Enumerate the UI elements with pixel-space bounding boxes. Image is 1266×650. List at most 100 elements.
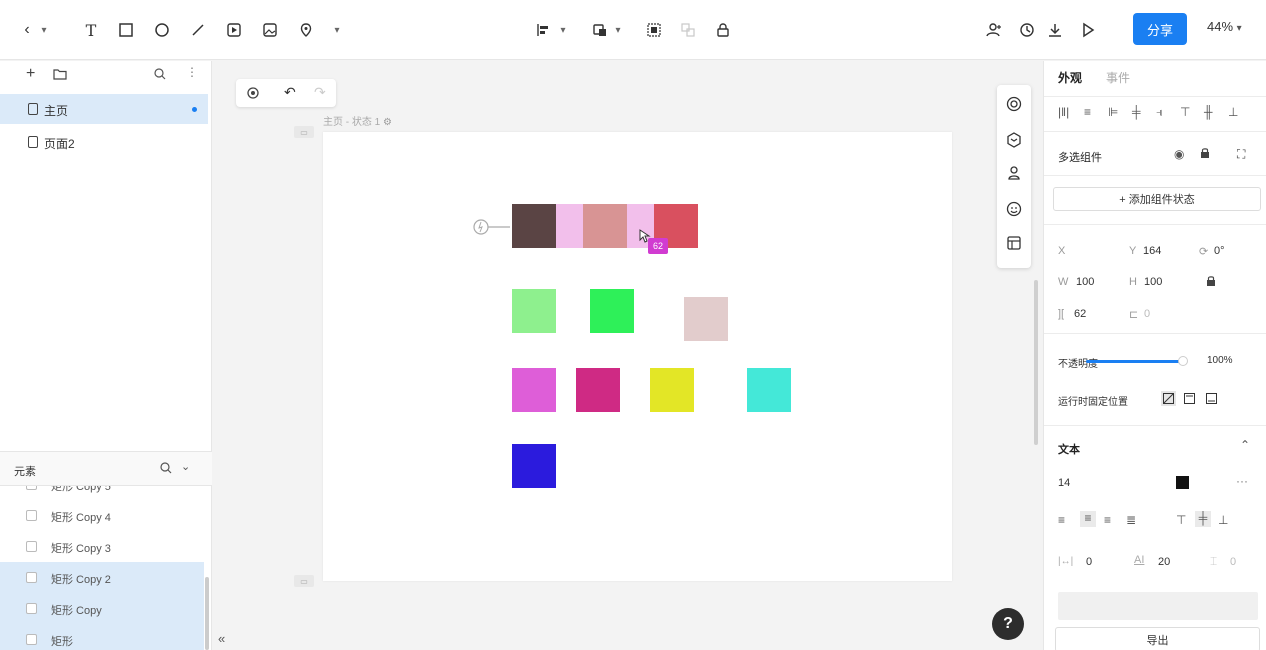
element-row[interactable]: 矩形: [0, 624, 204, 650]
shape-rect[interactable]: [512, 289, 556, 333]
elements-search-icon[interactable]: [160, 462, 172, 477]
canvas-scrollbar[interactable]: [1034, 280, 1038, 445]
align-left-icon[interactable]: ⊫: [1108, 105, 1118, 119]
folder-icon[interactable]: [53, 68, 67, 83]
text-valign-top-icon[interactable]: ⊤: [1176, 513, 1186, 527]
opacity-value[interactable]: 100%: [1207, 355, 1233, 366]
border-input[interactable]: 0: [1144, 308, 1150, 320]
rotation-input[interactable]: 0°: [1214, 245, 1225, 257]
shape-rect[interactable]: [747, 368, 791, 412]
element-row[interactable]: 矩形 Copy 3: [0, 531, 204, 562]
element-checkbox[interactable]: [26, 510, 37, 521]
back-dropdown-icon[interactable]: ▾: [37, 18, 51, 42]
undo-icon[interactable]: ↶: [284, 84, 296, 101]
arrange-dropdown-icon[interactable]: ▾: [611, 18, 625, 42]
text-valign-bottom-icon[interactable]: ⊥: [1218, 513, 1228, 527]
element-checkbox[interactable]: [26, 541, 37, 552]
shape-rect[interactable]: [583, 204, 627, 248]
rectangle-tool-icon[interactable]: [114, 18, 138, 42]
ellipse-tool-icon[interactable]: [150, 18, 174, 42]
aspect-lock-icon[interactable]: [1206, 275, 1216, 290]
fixed-none-icon[interactable]: [1161, 391, 1176, 406]
shape-rect[interactable]: [512, 204, 556, 248]
font-size-input[interactable]: 14: [1058, 477, 1070, 489]
text-valign-middle-icon[interactable]: ╪: [1195, 511, 1211, 527]
element-checkbox[interactable]: [26, 603, 37, 614]
ungroup-icon[interactable]: [676, 18, 700, 42]
artboard-settings-icon[interactable]: ⚙: [383, 117, 392, 128]
align-middle-v-icon[interactable]: ╫: [1204, 105, 1213, 119]
text-color-swatch[interactable]: [1176, 476, 1189, 489]
visibility-eye-icon[interactable]: ◉: [1174, 147, 1184, 161]
line-tool-icon[interactable]: [186, 18, 210, 42]
history-icon[interactable]: [1015, 18, 1039, 42]
element-row[interactable]: 矩形 Copy: [0, 593, 204, 624]
opacity-slider-handle[interactable]: [1178, 356, 1188, 366]
elements-collapse-icon[interactable]: ⌄: [181, 460, 190, 473]
more-tools-dropdown-icon[interactable]: ▾: [330, 18, 344, 42]
component-icon[interactable]: [1006, 132, 1022, 148]
download-icon[interactable]: [1043, 18, 1067, 42]
text-align-right-icon[interactable]: ≡: [1104, 513, 1111, 527]
connector-handle-icon[interactable]: [472, 218, 512, 239]
paragraph-spacing-input[interactable]: 0: [1230, 556, 1236, 568]
redo-icon[interactable]: ↷: [314, 84, 326, 101]
lock-small-icon[interactable]: [1200, 147, 1210, 162]
shape-rect[interactable]: [650, 368, 694, 412]
align-left-icon[interactable]: [531, 18, 555, 42]
elements-scrollbar[interactable]: [205, 577, 209, 650]
help-icon[interactable]: ?: [992, 608, 1024, 640]
preview-play-icon[interactable]: [1076, 18, 1100, 42]
element-checkbox[interactable]: [26, 572, 37, 583]
shape-rect[interactable]: [512, 368, 556, 412]
distribute-horizontal-icon[interactable]: |‖|: [1058, 105, 1069, 119]
shape-rect[interactable]: [512, 444, 556, 488]
element-row[interactable]: 矩形 Copy 5: [0, 486, 204, 500]
location-tool-icon[interactable]: [294, 18, 318, 42]
emoji-icon[interactable]: [1006, 201, 1022, 217]
radius-input[interactable]: 62: [1074, 308, 1086, 320]
add-page-icon[interactable]: +: [26, 65, 35, 83]
align-bottom-icon[interactable]: ⊥: [1228, 105, 1238, 119]
add-state-button[interactable]: + 添加组件状态: [1053, 187, 1261, 211]
element-row[interactable]: 矩形 Copy 4: [0, 500, 204, 531]
distribute-vertical-icon[interactable]: ≡: [1084, 105, 1091, 119]
align-center-h-icon[interactable]: ╪: [1132, 105, 1141, 119]
h-input[interactable]: 100: [1144, 276, 1162, 288]
tab-events[interactable]: 事件: [1106, 69, 1130, 86]
text-align-center-icon[interactable]: ≡: [1080, 511, 1096, 527]
target-icon[interactable]: [1006, 96, 1022, 112]
video-tool-icon[interactable]: [222, 18, 246, 42]
opacity-slider[interactable]: [1086, 360, 1182, 363]
shape-rect[interactable]: [590, 289, 634, 333]
user-add-icon[interactable]: [982, 18, 1006, 42]
export-button[interactable]: 导出: [1055, 627, 1260, 650]
text-tool-icon[interactable]: T: [79, 18, 103, 42]
page-search-icon[interactable]: [154, 68, 166, 83]
user-icon[interactable]: [1006, 165, 1022, 181]
letter-spacing-input[interactable]: 0: [1086, 556, 1092, 568]
layout-icon[interactable]: [1006, 235, 1022, 251]
element-row[interactable]: 矩形 Copy 2: [0, 562, 204, 593]
collapse-section-icon[interactable]: ⌃: [1240, 438, 1250, 452]
page-item-page2[interactable]: 页面2: [0, 127, 208, 157]
align-right-icon[interactable]: ⫣: [1156, 105, 1163, 120]
tab-appearance[interactable]: 外观: [1058, 69, 1082, 86]
share-button[interactable]: 分享: [1133, 13, 1187, 45]
element-checkbox[interactable]: [26, 486, 37, 490]
settings-icon[interactable]: [246, 86, 260, 103]
expand-icon[interactable]: ⛶: [1237, 147, 1245, 162]
text-align-left-icon[interactable]: ≡: [1058, 513, 1065, 527]
fixed-bottom-icon[interactable]: [1206, 393, 1217, 407]
back-icon[interactable]: ‹: [15, 18, 39, 42]
artboard[interactable]: [323, 132, 952, 581]
w-input[interactable]: 100: [1076, 276, 1094, 288]
element-checkbox[interactable]: [26, 634, 37, 645]
line-height-input[interactable]: 20: [1158, 556, 1170, 568]
text-align-justify-icon[interactable]: ≣: [1126, 513, 1136, 527]
zoom-dropdown-icon[interactable]: ▾: [1237, 23, 1242, 34]
text-more-icon[interactable]: ···: [1236, 474, 1248, 488]
collapse-panel-icon[interactable]: «: [218, 631, 225, 646]
fixed-top-icon[interactable]: [1184, 393, 1195, 407]
shape-rect[interactable]: [576, 368, 620, 412]
